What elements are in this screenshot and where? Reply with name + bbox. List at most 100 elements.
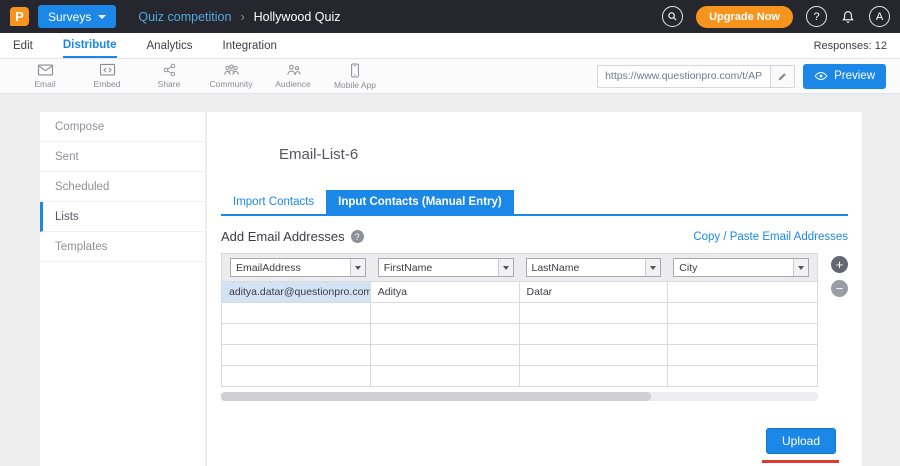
chevron-down-icon bbox=[498, 259, 513, 276]
email-list-panel: Email-List-6 Import Contacts Input Conta… bbox=[207, 112, 862, 466]
sidebar-item-compose[interactable]: Compose bbox=[40, 112, 205, 142]
cell-city[interactable] bbox=[668, 324, 817, 344]
cell-email[interactable] bbox=[222, 303, 371, 323]
responses-count[interactable]: Responses: 12 bbox=[814, 40, 887, 52]
cell-city[interactable] bbox=[668, 303, 817, 323]
tab-analytics[interactable]: Analytics bbox=[147, 33, 193, 58]
toolbar-item-label: Audience bbox=[275, 79, 310, 89]
user-avatar[interactable]: A bbox=[869, 6, 890, 27]
cell-city[interactable] bbox=[668, 345, 817, 365]
preview-label: Preview bbox=[834, 70, 875, 82]
cell-email[interactable] bbox=[222, 345, 371, 365]
toolbar-item-label: Share bbox=[158, 79, 181, 89]
upload-button[interactable]: Upload bbox=[766, 428, 836, 454]
edit-url-pencil-icon[interactable] bbox=[770, 66, 794, 87]
mobile-app-icon bbox=[349, 63, 361, 78]
chevron-down-icon bbox=[350, 259, 365, 276]
last-name-column-select[interactable]: LastName bbox=[526, 258, 662, 277]
tab-distribute[interactable]: Distribute bbox=[63, 33, 117, 58]
notifications-bell-icon[interactable] bbox=[840, 9, 856, 25]
top-bar: P Surveys Quiz competition › Hollywood Q… bbox=[0, 0, 900, 33]
cell-first-name[interactable] bbox=[371, 324, 520, 344]
topbar-actions: Upgrade Now ? A bbox=[662, 6, 890, 28]
select-value: LastName bbox=[527, 262, 646, 274]
select-value: City bbox=[674, 262, 793, 274]
email-address-column-select[interactable]: EmailAddress bbox=[230, 258, 366, 277]
table-row bbox=[221, 345, 818, 366]
toolbar-item-label: Email bbox=[34, 79, 55, 89]
scrollbar-thumb[interactable] bbox=[221, 392, 651, 401]
page-title: Email-List-6 bbox=[279, 146, 848, 163]
help-icon[interactable]: ? bbox=[806, 6, 827, 27]
cell-first-name[interactable]: Aditya bbox=[371, 282, 520, 302]
tab-import-contacts[interactable]: Import Contacts bbox=[221, 190, 326, 214]
tab-input-contacts-manual-entry[interactable]: Input Contacts (Manual Entry) bbox=[326, 190, 514, 214]
cell-email[interactable] bbox=[222, 366, 371, 386]
toolbar-item-email[interactable]: Email bbox=[14, 63, 76, 89]
cell-last-name[interactable] bbox=[520, 345, 669, 365]
table-row bbox=[221, 366, 818, 387]
toolbar-item-label: Embed bbox=[94, 79, 121, 89]
city-column-select[interactable]: City bbox=[673, 258, 809, 277]
cell-last-name[interactable]: Datar bbox=[520, 282, 669, 302]
share-icon bbox=[162, 63, 177, 77]
audience-icon bbox=[285, 63, 302, 77]
first-name-column-select[interactable]: FirstName bbox=[378, 258, 514, 277]
add-email-addresses-label: Add Email Addresses bbox=[221, 229, 345, 244]
toolbar-item-embed[interactable]: Embed bbox=[76, 63, 138, 89]
sidebar-item-templates[interactable]: Templates bbox=[40, 232, 205, 262]
cell-first-name[interactable] bbox=[371, 345, 520, 365]
cell-last-name[interactable] bbox=[520, 324, 669, 344]
cell-last-name[interactable] bbox=[520, 366, 669, 386]
search-icon[interactable] bbox=[662, 6, 683, 27]
breadcrumb-survey-link[interactable]: Quiz competition bbox=[138, 10, 231, 24]
cell-last-name[interactable] bbox=[520, 303, 669, 323]
horizontal-scrollbar[interactable] bbox=[221, 392, 818, 401]
sidebar-item-sent[interactable]: Sent bbox=[40, 142, 205, 172]
select-value: FirstName bbox=[379, 262, 498, 274]
chevron-down-icon bbox=[793, 259, 808, 276]
questionpro-logo[interactable]: P bbox=[10, 7, 29, 26]
toolbar-item-label: Mobile App bbox=[334, 80, 376, 90]
cell-email[interactable]: aditya.datar@questionpro.com bbox=[222, 282, 371, 302]
tab-integration[interactable]: Integration bbox=[223, 33, 277, 58]
remove-row-button[interactable]: − bbox=[831, 280, 848, 297]
preview-button[interactable]: Preview bbox=[803, 64, 886, 89]
sidebar-item-lists[interactable]: Lists bbox=[40, 202, 205, 232]
toolbar-item-community[interactable]: Community bbox=[200, 63, 262, 89]
contacts-table: EmailAddress FirstName LastName bbox=[221, 253, 818, 401]
cell-first-name[interactable] bbox=[371, 366, 520, 386]
select-value: EmailAddress bbox=[231, 262, 350, 274]
table-row bbox=[221, 303, 818, 324]
toolbar-item-share[interactable]: Share bbox=[138, 63, 200, 89]
surveys-menu-button[interactable]: Surveys bbox=[38, 5, 116, 28]
surveys-label: Surveys bbox=[48, 10, 91, 24]
sidebar-item-scheduled[interactable]: Scheduled bbox=[40, 172, 205, 202]
toolbar-right: Preview bbox=[597, 64, 886, 89]
breadcrumb: Quiz competition › Hollywood Quiz bbox=[138, 10, 340, 24]
email-icon bbox=[37, 63, 54, 77]
cell-city[interactable] bbox=[668, 366, 817, 386]
contacts-table-zone: EmailAddress FirstName LastName bbox=[221, 253, 848, 401]
row-add-remove-controls: + − bbox=[818, 253, 848, 401]
survey-url-input[interactable] bbox=[598, 70, 770, 82]
help-badge-icon[interactable]: ? bbox=[351, 230, 364, 243]
copy-paste-email-addresses-link[interactable]: Copy / Paste Email Addresses bbox=[693, 231, 848, 243]
distribute-toolbar: Email Embed Share Community Audience Mob… bbox=[0, 59, 900, 94]
tab-edit[interactable]: Edit bbox=[13, 33, 33, 58]
toolbar-item-mobile-app[interactable]: Mobile App bbox=[324, 63, 386, 90]
cell-first-name[interactable] bbox=[371, 303, 520, 323]
toolbar-item-audience[interactable]: Audience bbox=[262, 63, 324, 89]
upgrade-now-button[interactable]: Upgrade Now bbox=[696, 6, 793, 28]
survey-url-box bbox=[597, 65, 795, 88]
content-area: Compose Sent Scheduled Lists Templates E… bbox=[0, 94, 900, 466]
upload-red-underline-annotation bbox=[762, 460, 839, 463]
chevron-down-icon bbox=[98, 15, 106, 19]
toolbar-item-label: Community bbox=[210, 79, 253, 89]
contacts-tabs: Import Contacts Input Contacts (Manual E… bbox=[221, 190, 848, 216]
cell-city[interactable] bbox=[668, 282, 817, 302]
column-header-cell: EmailAddress bbox=[224, 258, 372, 277]
cell-email[interactable] bbox=[222, 324, 371, 344]
add-row-button[interactable]: + bbox=[831, 256, 848, 273]
eye-icon bbox=[814, 71, 828, 81]
